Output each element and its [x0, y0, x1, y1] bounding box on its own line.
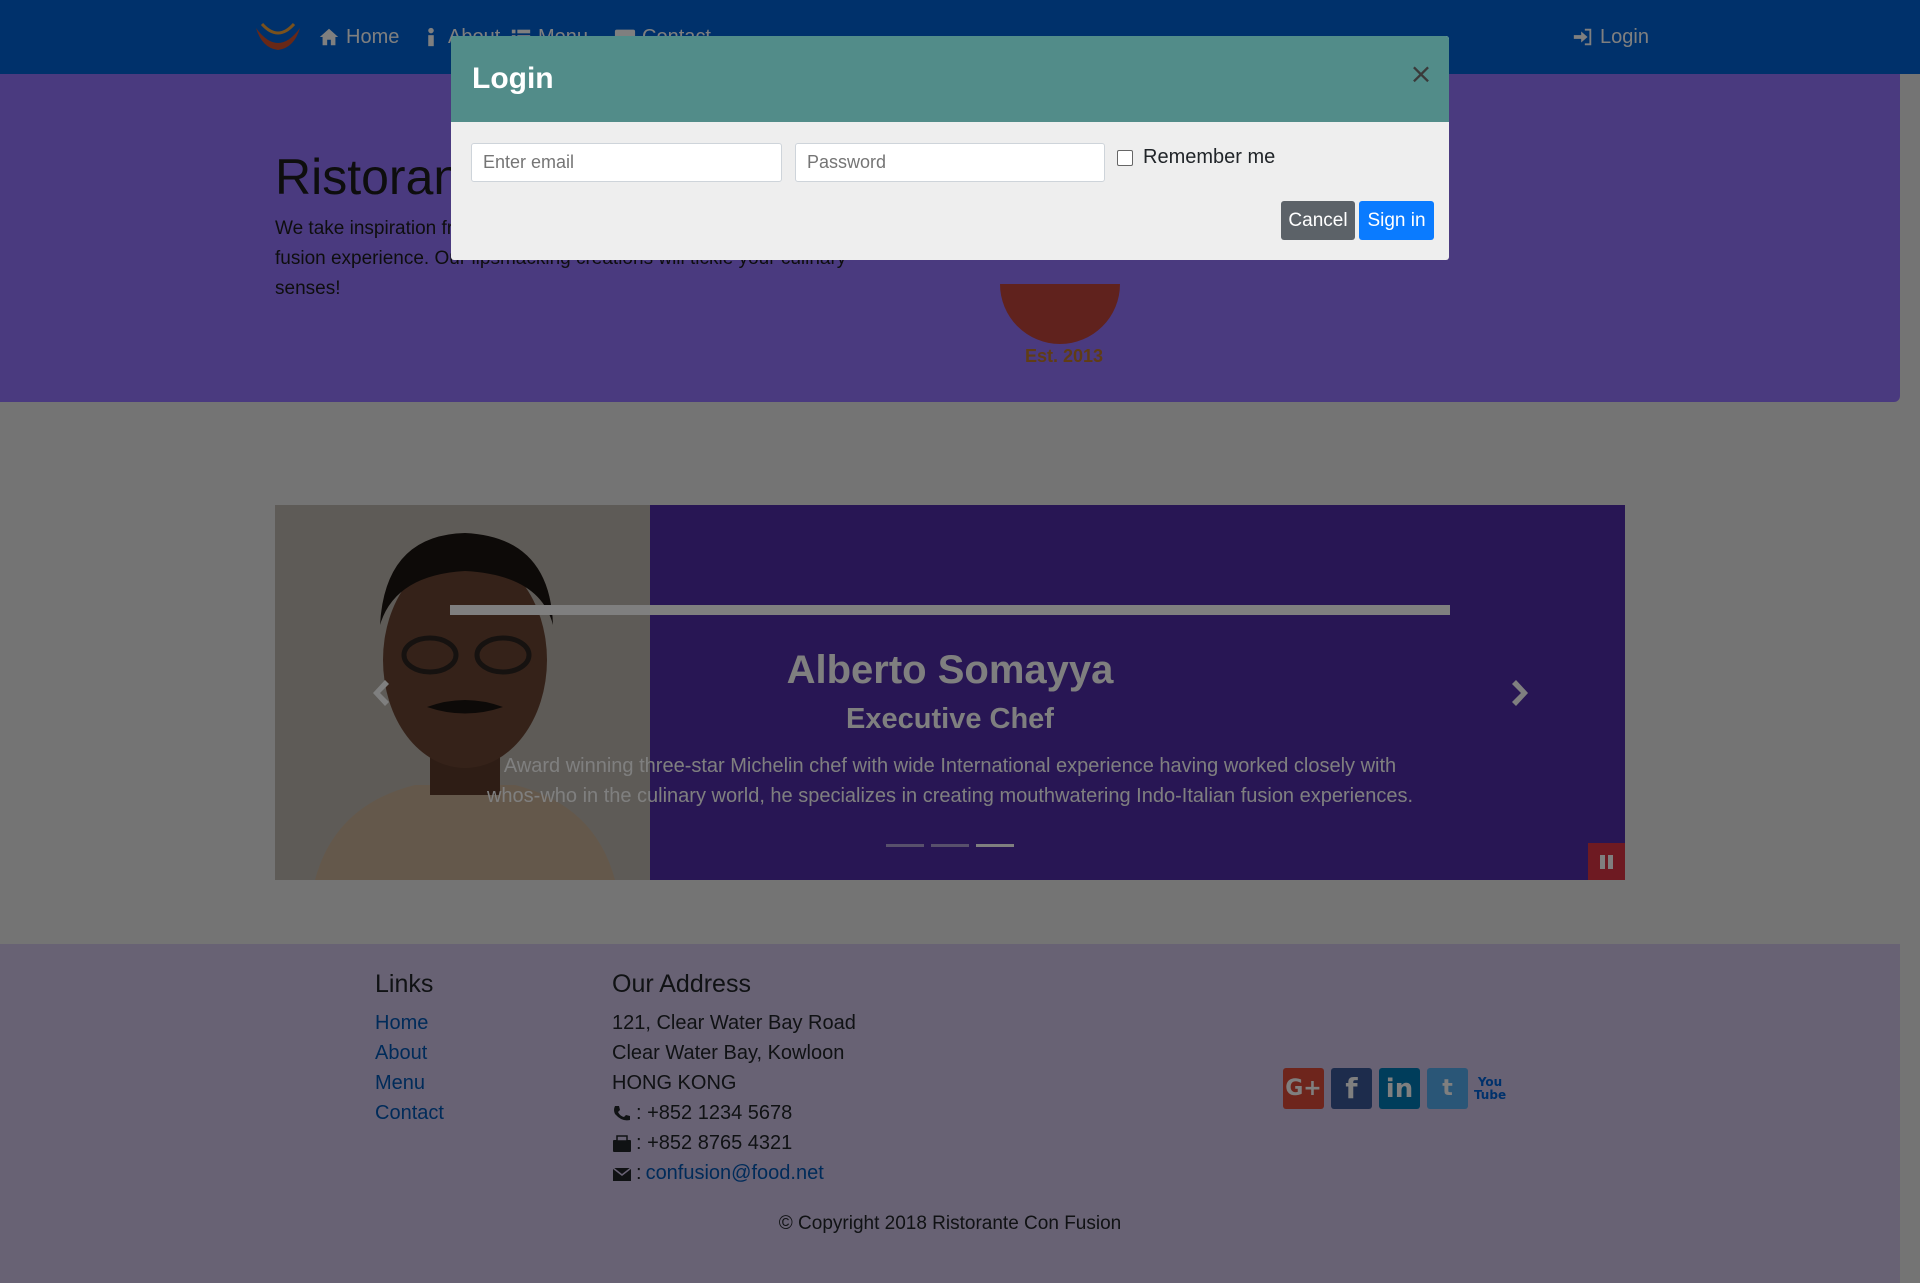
login-modal: Login × Remember me Cancel Sign in: [451, 36, 1449, 260]
close-icon[interactable]: ×: [1407, 56, 1435, 90]
email-field[interactable]: [471, 143, 782, 182]
sign-in-button[interactable]: Sign in: [1359, 201, 1434, 240]
cancel-button[interactable]: Cancel: [1281, 201, 1355, 240]
remember-me-label: Remember me: [1143, 146, 1276, 168]
password-field[interactable]: [795, 143, 1105, 182]
modal-title: Login: [472, 62, 554, 95]
modal-header: Login ×: [451, 36, 1449, 122]
remember-me-checkbox[interactable]: [1117, 149, 1133, 166]
remember-me[interactable]: Remember me: [1117, 146, 1275, 169]
